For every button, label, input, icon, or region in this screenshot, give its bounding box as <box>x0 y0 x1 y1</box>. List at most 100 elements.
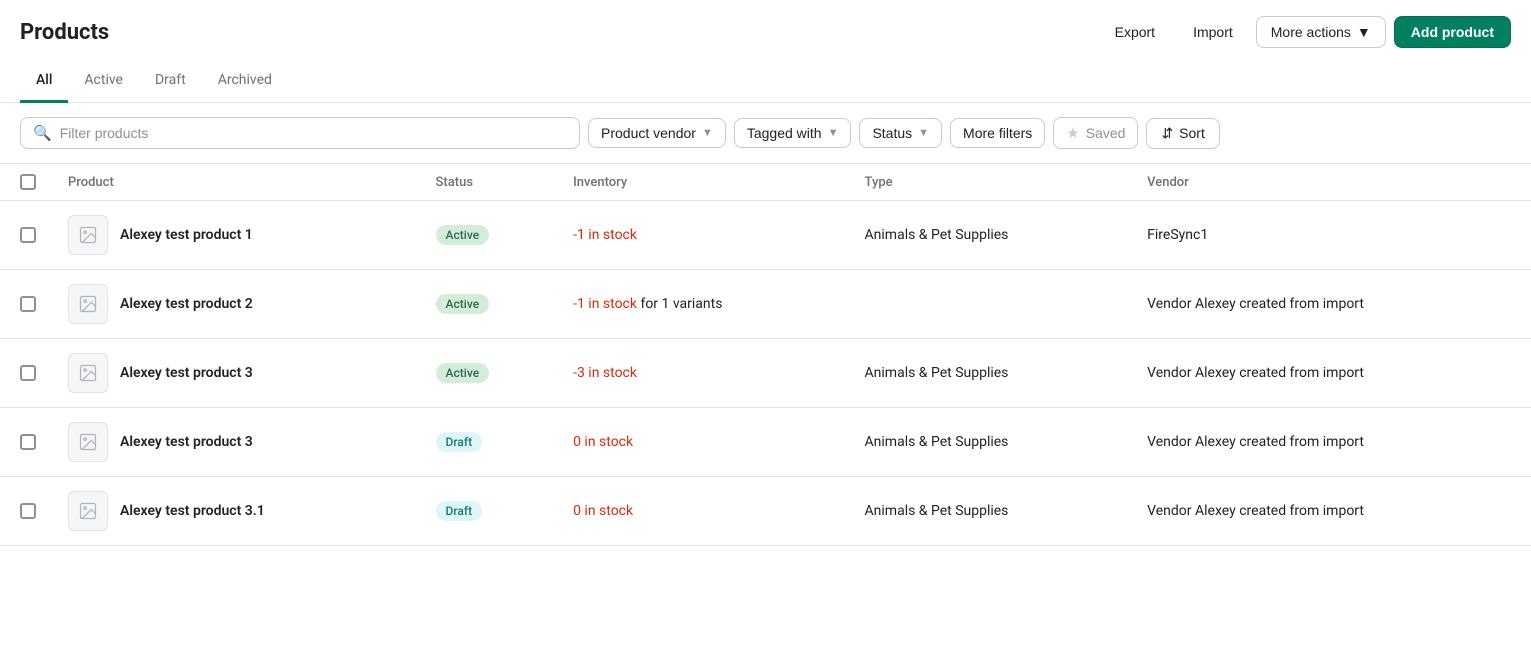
table-row: Alexey test product 3.1 Draft 0 in stock A… <box>0 477 1531 546</box>
column-status: Status <box>420 164 558 201</box>
product-thumbnail <box>68 353 108 393</box>
vendor-cell: Vendor Alexey created from import <box>1131 339 1531 408</box>
type-cell: Animals & Pet Supplies <box>849 477 1132 546</box>
tabs-bar: All Active Draft Archived <box>0 60 1531 103</box>
inventory-cell: -3 in stock <box>557 339 848 408</box>
product-name[interactable]: Alexey test product 1 <box>120 227 253 243</box>
row-checkbox[interactable] <box>20 227 36 243</box>
tagged-with-label: Tagged with <box>747 125 822 141</box>
status-filter[interactable]: Status ▼ <box>859 118 942 148</box>
product-name[interactable]: Alexey test product 3 <box>120 434 253 450</box>
status-cell: Draft <box>420 408 558 477</box>
column-type: Type <box>849 164 1132 201</box>
type-cell <box>849 270 1132 339</box>
chevron-down-icon: ▼ <box>828 127 839 139</box>
products-table-wrapper: Product Status Inventory Type Vendor <box>0 163 1531 546</box>
type-cell: Animals & Pet Supplies <box>849 201 1132 270</box>
star-icon: ★ <box>1066 124 1079 142</box>
inventory-cell: 0 in stock <box>557 477 848 546</box>
product-vendor: Vendor Alexey created from import <box>1147 365 1364 381</box>
chevron-down-icon: ▼ <box>1357 24 1371 40</box>
status-cell: Active <box>420 270 558 339</box>
status-cell: Draft <box>420 477 558 546</box>
select-all-checkbox[interactable] <box>20 174 36 190</box>
chevron-down-icon: ▼ <box>702 127 713 139</box>
inventory-suffix: for 1 variants <box>637 296 722 312</box>
inventory-value: -3 in stock <box>573 365 637 381</box>
status-badge: Active <box>436 294 490 314</box>
status-cell: Active <box>420 339 558 408</box>
product-thumbnail <box>68 422 108 462</box>
search-input[interactable] <box>60 125 567 141</box>
product-vendor: Vendor Alexey created from import <box>1147 296 1364 312</box>
product-vendor: Vendor Alexey created from import <box>1147 434 1364 450</box>
import-button[interactable]: Import <box>1178 16 1248 48</box>
status-cell: Active <box>420 201 558 270</box>
tab-all[interactable]: All <box>20 60 68 103</box>
more-actions-button[interactable]: More actions ▼ <box>1256 16 1386 48</box>
table-row: Alexey test product 2 Active-1 in stock … <box>0 270 1531 339</box>
page-wrapper: Products Export Import More actions ▼ Ad… <box>0 0 1531 658</box>
product-cell: Alexey test product 2 <box>52 270 420 339</box>
status-badge: Draft <box>436 432 483 452</box>
product-type: Animals & Pet Supplies <box>865 503 1009 519</box>
more-filters-label: More filters <box>963 125 1032 141</box>
search-wrapper: 🔍 <box>20 117 580 149</box>
type-cell: Animals & Pet Supplies <box>849 408 1132 477</box>
tab-active[interactable]: Active <box>68 60 139 103</box>
vendor-cell: Vendor Alexey created from import <box>1131 477 1531 546</box>
table-row: Alexey test product 1 Active -1 in stockA… <box>0 201 1531 270</box>
product-cell: Alexey test product 3 <box>52 408 420 477</box>
status-badge: Active <box>436 225 490 245</box>
row-checkbox[interactable] <box>20 434 36 450</box>
vendor-cell: Vendor Alexey created from import <box>1131 270 1531 339</box>
tab-draft[interactable]: Draft <box>139 60 202 103</box>
export-button[interactable]: Export <box>1100 16 1170 48</box>
table-row: Alexey test product 3 Active -3 in stock A… <box>0 339 1531 408</box>
search-icon: 🔍 <box>33 124 52 142</box>
row-checkbox[interactable] <box>20 296 36 312</box>
inventory-value: 0 in stock <box>573 434 633 450</box>
status-label: Status <box>872 125 912 141</box>
type-cell: Animals & Pet Supplies <box>849 339 1132 408</box>
header-actions: Export Import More actions ▼ Add product <box>1100 16 1511 48</box>
product-thumbnail <box>68 215 108 255</box>
saved-label: Saved <box>1086 125 1126 141</box>
product-type: Animals & Pet Supplies <box>865 365 1009 381</box>
product-name[interactable]: Alexey test product 3 <box>120 365 253 381</box>
column-vendor: Vendor <box>1131 164 1531 201</box>
product-vendor-label: Product vendor <box>601 125 696 141</box>
vendor-cell: Vendor Alexey created from import <box>1131 408 1531 477</box>
product-type: Animals & Pet Supplies <box>865 434 1009 450</box>
product-vendor: Vendor Alexey created from import <box>1147 503 1364 519</box>
more-actions-label: More actions <box>1271 24 1351 40</box>
product-vendor-filter[interactable]: Product vendor ▼ <box>588 118 726 148</box>
row-checkbox[interactable] <box>20 503 36 519</box>
product-vendor: FireSync1 <box>1147 227 1208 243</box>
product-cell: Alexey test product 1 <box>52 201 420 270</box>
inventory-value: -1 in stock <box>573 296 637 312</box>
page-title: Products <box>20 20 109 45</box>
page-header: Products Export Import More actions ▼ Ad… <box>0 0 1531 60</box>
chevron-down-icon: ▼ <box>918 127 929 139</box>
inventory-cell: -1 in stock <box>557 201 848 270</box>
filters-bar: 🔍 Product vendor ▼ Tagged with ▼ Status … <box>0 103 1531 163</box>
table-row: Alexey test product 3 Draft 0 in stock Ani… <box>0 408 1531 477</box>
product-thumbnail <box>68 284 108 324</box>
products-table: Product Status Inventory Type Vendor <box>0 163 1531 546</box>
more-filters-button[interactable]: More filters <box>950 118 1045 148</box>
tab-archived[interactable]: Archived <box>202 60 288 103</box>
status-badge: Active <box>436 363 490 383</box>
product-cell: Alexey test product 3.1 <box>52 477 420 546</box>
saved-button[interactable]: ★ Saved <box>1053 117 1138 149</box>
sort-button[interactable]: ⇵ Sort <box>1146 118 1219 149</box>
column-inventory: Inventory <box>557 164 848 201</box>
product-name[interactable]: Alexey test product 2 <box>120 296 253 312</box>
tagged-with-filter[interactable]: Tagged with ▼ <box>734 118 852 148</box>
product-name[interactable]: Alexey test product 3.1 <box>120 503 265 519</box>
row-checkbox[interactable] <box>20 365 36 381</box>
product-cell: Alexey test product 3 <box>52 339 420 408</box>
inventory-value: 0 in stock <box>573 503 633 519</box>
column-product: Product <box>52 164 420 201</box>
add-product-button[interactable]: Add product <box>1394 16 1511 48</box>
